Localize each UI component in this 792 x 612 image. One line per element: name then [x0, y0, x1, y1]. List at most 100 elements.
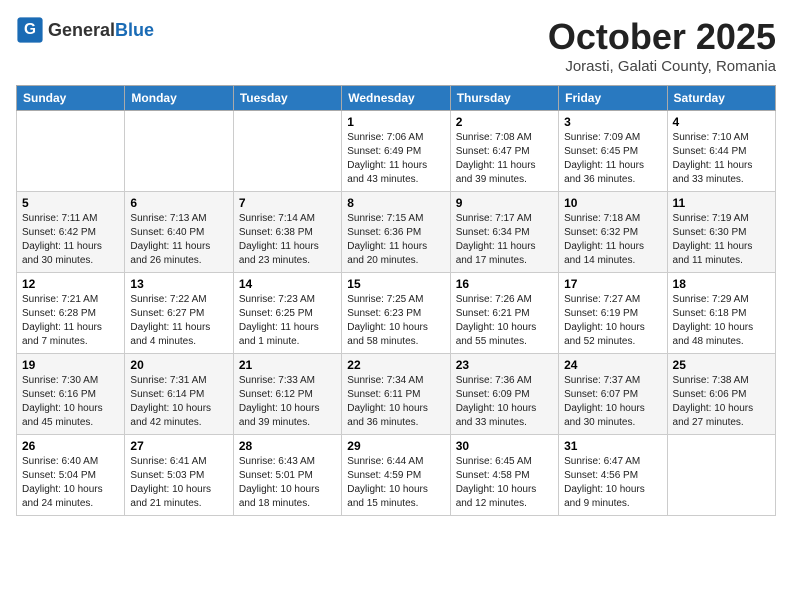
- day-number: 5: [22, 196, 119, 210]
- day-number: 1: [347, 115, 444, 129]
- calendar-week-row: 26 Sunrise: 6:40 AMSunset: 5:04 PMDayligh…: [17, 435, 776, 516]
- month-title: October 2025: [548, 16, 776, 58]
- calendar-cell: 8 Sunrise: 7:15 AMSunset: 6:36 PMDaylight…: [342, 192, 450, 273]
- calendar-cell: 23 Sunrise: 7:36 AMSunset: 6:09 PMDayligh…: [450, 354, 558, 435]
- day-info: Sunrise: 7:17 AMSunset: 6:34 PMDaylight:…: [456, 212, 553, 268]
- day-info: Sunrise: 7:08 AMSunset: 6:47 PMDaylight:…: [456, 131, 553, 187]
- day-info: Sunrise: 7:33 AMSunset: 6:12 PMDaylight:…: [239, 374, 336, 430]
- day-info: Sunrise: 7:30 AMSunset: 6:16 PMDaylight:…: [22, 374, 119, 430]
- day-number: 9: [456, 196, 553, 210]
- day-info: Sunrise: 7:22 AMSunset: 6:27 PMDaylight:…: [130, 293, 227, 349]
- day-info: Sunrise: 7:38 AMSunset: 6:06 PMDaylight:…: [673, 374, 770, 430]
- day-info: Sunrise: 7:27 AMSunset: 6:19 PMDaylight:…: [564, 293, 661, 349]
- weekday-header-cell: Monday: [125, 86, 233, 111]
- day-number: 24: [564, 358, 661, 372]
- calendar-body: 1 Sunrise: 7:06 AMSunset: 6:49 PMDaylight…: [17, 111, 776, 516]
- calendar-cell: 3 Sunrise: 7:09 AMSunset: 6:45 PMDaylight…: [559, 111, 667, 192]
- calendar-cell: [17, 111, 125, 192]
- calendar-cell: [233, 111, 341, 192]
- day-info: Sunrise: 7:06 AMSunset: 6:49 PMDaylight:…: [347, 131, 444, 187]
- day-info: Sunrise: 7:14 AMSunset: 6:38 PMDaylight:…: [239, 212, 336, 268]
- calendar-week-row: 12Sunrise: 7:21 AMSunset: 6:28 PMDayligh…: [17, 273, 776, 354]
- day-info: Sunrise: 7:10 AMSunset: 6:44 PMDaylight:…: [673, 131, 770, 187]
- calendar-cell: 9 Sunrise: 7:17 AMSunset: 6:34 PMDaylight…: [450, 192, 558, 273]
- day-info: Sunrise: 7:18 AMSunset: 6:32 PMDaylight:…: [564, 212, 661, 268]
- page-header: G GeneralBlue October 2025 Jorasti, Gala…: [16, 16, 776, 75]
- title-block: October 2025 Jorasti, Galati County, Rom…: [548, 16, 776, 75]
- logo: G GeneralBlue: [16, 16, 154, 44]
- day-number: 31: [564, 439, 661, 453]
- day-info: Sunrise: 7:19 AMSunset: 6:30 PMDaylight:…: [673, 212, 770, 268]
- day-info: Sunrise: 7:11 AMSunset: 6:42 PMDaylight:…: [22, 212, 119, 268]
- day-number: 3: [564, 115, 661, 129]
- calendar-cell: 11 Sunrise: 7:19 AMSunset: 6:30 PMDayligh…: [667, 192, 775, 273]
- day-number: 12: [22, 277, 119, 291]
- calendar-week-row: 19 Sunrise: 7:30 AMSunset: 6:16 PMDayligh…: [17, 354, 776, 435]
- weekday-header-cell: Thursday: [450, 86, 558, 111]
- day-number: 19: [22, 358, 119, 372]
- calendar-cell: 18Sunrise: 7:29 AMSunset: 6:18 PMDayligh…: [667, 273, 775, 354]
- day-info: Sunrise: 6:47 AMSunset: 4:56 PMDaylight:…: [564, 455, 661, 511]
- day-info: Sunrise: 6:41 AMSunset: 5:03 PMDaylight:…: [130, 455, 227, 511]
- day-number: 2: [456, 115, 553, 129]
- day-info: Sunrise: 6:45 AMSunset: 4:58 PMDaylight:…: [456, 455, 553, 511]
- calendar-cell: 14 Sunrise: 7:23 AMSunset: 6:25 PMDayligh…: [233, 273, 341, 354]
- calendar-cell: [125, 111, 233, 192]
- day-info: Sunrise: 7:31 AMSunset: 6:14 PMDaylight:…: [130, 374, 227, 430]
- calendar-cell: 17 Sunrise: 7:27 AMSunset: 6:19 PMDayligh…: [559, 273, 667, 354]
- day-number: 11: [673, 196, 770, 210]
- calendar-cell: 13 Sunrise: 7:22 AMSunset: 6:27 PMDayligh…: [125, 273, 233, 354]
- calendar-cell: 22Sunrise: 7:34 AMSunset: 6:11 PMDayligh…: [342, 354, 450, 435]
- day-info: Sunrise: 7:09 AMSunset: 6:45 PMDaylight:…: [564, 131, 661, 187]
- day-number: 29: [347, 439, 444, 453]
- calendar-cell: 10Sunrise: 7:18 AMSunset: 6:32 PMDayligh…: [559, 192, 667, 273]
- day-info: Sunrise: 6:40 AMSunset: 5:04 PMDaylight:…: [22, 455, 119, 511]
- calendar-cell: 31 Sunrise: 6:47 AMSunset: 4:56 PMDayligh…: [559, 435, 667, 516]
- day-number: 18: [673, 277, 770, 291]
- day-info: Sunrise: 7:26 AMSunset: 6:21 PMDaylight:…: [456, 293, 553, 349]
- day-number: 4: [673, 115, 770, 129]
- calendar-cell: 24Sunrise: 7:37 AMSunset: 6:07 PMDayligh…: [559, 354, 667, 435]
- day-info: Sunrise: 6:44 AMSunset: 4:59 PMDaylight:…: [347, 455, 444, 511]
- calendar-cell: 4 Sunrise: 7:10 AMSunset: 6:44 PMDaylight…: [667, 111, 775, 192]
- day-info: Sunrise: 6:43 AMSunset: 5:01 PMDaylight:…: [239, 455, 336, 511]
- calendar-table: SundayMondayTuesdayWednesdayThursdayFrid…: [16, 85, 776, 516]
- day-number: 22: [347, 358, 444, 372]
- day-number: 26: [22, 439, 119, 453]
- weekday-header-row: SundayMondayTuesdayWednesdayThursdayFrid…: [17, 86, 776, 111]
- calendar-cell: 12Sunrise: 7:21 AMSunset: 6:28 PMDayligh…: [17, 273, 125, 354]
- day-number: 27: [130, 439, 227, 453]
- day-info: Sunrise: 7:25 AMSunset: 6:23 PMDaylight:…: [347, 293, 444, 349]
- location-title: Jorasti, Galati County, Romania: [548, 58, 776, 75]
- day-number: 28: [239, 439, 336, 453]
- day-number: 14: [239, 277, 336, 291]
- weekday-header-cell: Sunday: [17, 86, 125, 111]
- day-number: 25: [673, 358, 770, 372]
- day-number: 17: [564, 277, 661, 291]
- day-info: Sunrise: 7:23 AMSunset: 6:25 PMDaylight:…: [239, 293, 336, 349]
- day-number: 13: [130, 277, 227, 291]
- day-number: 6: [130, 196, 227, 210]
- day-info: Sunrise: 7:15 AMSunset: 6:36 PMDaylight:…: [347, 212, 444, 268]
- calendar-cell: 27 Sunrise: 6:41 AMSunset: 5:03 PMDayligh…: [125, 435, 233, 516]
- weekday-header-cell: Wednesday: [342, 86, 450, 111]
- day-number: 16: [456, 277, 553, 291]
- calendar-cell: [667, 435, 775, 516]
- weekday-header-cell: Friday: [559, 86, 667, 111]
- calendar-cell: 5 Sunrise: 7:11 AMSunset: 6:42 PMDaylight…: [17, 192, 125, 273]
- day-number: 23: [456, 358, 553, 372]
- calendar-cell: 19 Sunrise: 7:30 AMSunset: 6:16 PMDayligh…: [17, 354, 125, 435]
- calendar-cell: 2 Sunrise: 7:08 AMSunset: 6:47 PMDaylight…: [450, 111, 558, 192]
- day-number: 7: [239, 196, 336, 210]
- calendar-cell: 16 Sunrise: 7:26 AMSunset: 6:21 PMDayligh…: [450, 273, 558, 354]
- calendar-cell: 28 Sunrise: 6:43 AMSunset: 5:01 PMDayligh…: [233, 435, 341, 516]
- calendar-week-row: 5 Sunrise: 7:11 AMSunset: 6:42 PMDaylight…: [17, 192, 776, 273]
- day-number: 21: [239, 358, 336, 372]
- calendar-cell: 7 Sunrise: 7:14 AMSunset: 6:38 PMDaylight…: [233, 192, 341, 273]
- logo-general-text: General: [48, 20, 115, 40]
- svg-text:G: G: [24, 21, 36, 38]
- day-number: 8: [347, 196, 444, 210]
- day-number: 20: [130, 358, 227, 372]
- calendar-cell: 26 Sunrise: 6:40 AMSunset: 5:04 PMDayligh…: [17, 435, 125, 516]
- day-info: Sunrise: 7:36 AMSunset: 6:09 PMDaylight:…: [456, 374, 553, 430]
